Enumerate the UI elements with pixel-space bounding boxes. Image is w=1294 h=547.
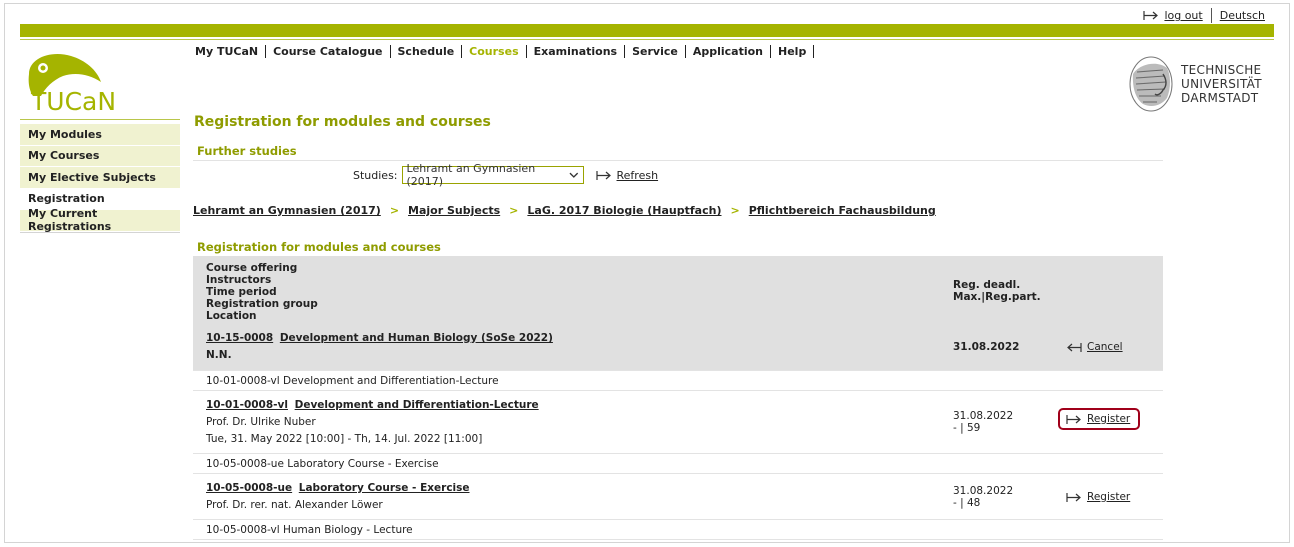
course-title-link[interactable]: Development and Differentiation-Lecture bbox=[295, 399, 539, 411]
tucan-logo[interactable]: TUCaN bbox=[23, 52, 143, 114]
breadcrumb-separator: > bbox=[389, 204, 400, 217]
column-header: Time period bbox=[206, 286, 277, 298]
refresh-arrow-icon bbox=[595, 170, 611, 180]
nav-examinations[interactable]: Examinations bbox=[527, 45, 626, 58]
breadcrumb-item[interactable]: Pflichtbereich Fachausbildung bbox=[749, 204, 936, 217]
column-header: Max.|Reg.part. bbox=[953, 291, 1041, 303]
nav-help[interactable]: Help bbox=[771, 45, 815, 58]
table-row: 10-01-0008-vl Development and Differenti… bbox=[193, 371, 1163, 391]
header-bar bbox=[20, 24, 1274, 37]
course-time-period: Tue, 31. May 2022 [10:00] - Th, 14. Jul.… bbox=[206, 433, 483, 445]
course-code-link[interactable]: 10-05-0008-ue bbox=[206, 482, 292, 494]
nav-courses[interactable]: Courses bbox=[462, 45, 527, 58]
browser-page: log out Deutsch TUCaN TECHNISCHE UNIVERS… bbox=[4, 3, 1290, 543]
breadcrumb-item[interactable]: Lehramt an Gymnasien (2017) bbox=[193, 204, 381, 217]
sidebar-item-my-courses[interactable]: My Courses bbox=[20, 145, 180, 167]
logout-link[interactable]: log out bbox=[1164, 9, 1202, 22]
sidebar-item-my-modules[interactable]: My Modules bbox=[20, 124, 180, 146]
course-capacity: - | 48 bbox=[953, 497, 981, 509]
cancel-button[interactable]: Cancel bbox=[1066, 341, 1123, 353]
studies-filter: Studies: Lehramt an Gymnasien (2017) Ref… bbox=[353, 162, 659, 188]
main-content: Registration for modules and courses Fur… bbox=[193, 114, 1163, 540]
table-row: 10-05-0008-ue Laboratory Course - Exerci… bbox=[193, 474, 1163, 520]
column-header: Location bbox=[206, 310, 257, 322]
course-instructor: Prof. Dr. rer. nat. Alexander Löwer bbox=[206, 499, 383, 511]
column-header: Course offering bbox=[206, 262, 298, 274]
refresh-control[interactable]: Refresh bbox=[595, 169, 659, 182]
register-button[interactable]: Register bbox=[1058, 408, 1141, 430]
studies-label: Studies: bbox=[353, 168, 398, 182]
column-header: Reg. deadl. bbox=[953, 279, 1021, 291]
register-arrow-icon bbox=[1066, 492, 1081, 502]
table-header: Course offering Instructors Time period … bbox=[193, 256, 1163, 324]
sidebar: My Modules My Courses My Elective Subjec… bbox=[20, 119, 180, 233]
course-label: 10-05-0008-vl Human Biology - Lecture bbox=[206, 524, 413, 536]
column-header: Registration group bbox=[206, 298, 318, 310]
register-link[interactable]: Register bbox=[1087, 413, 1130, 425]
course-label: 10-01-0008-vl Development and Differenti… bbox=[206, 375, 499, 387]
chevron-down-icon bbox=[569, 172, 579, 178]
course-deadline: 31.08.2022 bbox=[953, 485, 1014, 497]
register-button[interactable]: Register bbox=[1066, 491, 1130, 503]
nav-course-catalogue[interactable]: Course Catalogue bbox=[266, 45, 391, 58]
nav-application[interactable]: Application bbox=[686, 45, 772, 58]
page-title: Registration for modules and courses bbox=[194, 114, 491, 130]
module-code-link[interactable]: 10-15-0008 bbox=[206, 332, 273, 344]
nav-my-tucan[interactable]: My TUCaN bbox=[195, 45, 267, 58]
breadcrumb-item[interactable]: LaG. 2017 Biologie (Hauptfach) bbox=[527, 204, 721, 217]
sidebar-item-current-registrations[interactable]: My Current Registrations bbox=[20, 207, 180, 233]
logout-arrow-icon bbox=[1143, 11, 1159, 20]
nav-schedule[interactable]: Schedule bbox=[391, 45, 463, 58]
table-row: 10-05-0008-ue Laboratory Course - Exerci… bbox=[193, 454, 1163, 474]
breadcrumb: Lehramt an Gymnasien (2017) > Major Subj… bbox=[193, 204, 936, 217]
table-row: 10-05-0008-vl Human Biology - Lecture bbox=[193, 520, 1163, 540]
module-title-link[interactable]: Development and Human Biology (SoSe 2022… bbox=[280, 332, 553, 344]
course-instructor: Prof. Dr. Ulrike Nuber bbox=[206, 416, 316, 428]
course-code-link[interactable]: 10-01-0008-vl bbox=[206, 399, 288, 411]
cancel-arrow-icon bbox=[1067, 342, 1082, 352]
athena-icon bbox=[1129, 56, 1173, 112]
university-name: TECHNISCHE UNIVERSITÄT DARMSTADT bbox=[1181, 63, 1262, 105]
language-link[interactable]: Deutsch bbox=[1220, 9, 1265, 22]
main-navigation: My TUCaN Course Catalogue Schedule Cours… bbox=[195, 45, 815, 58]
studies-select[interactable]: Lehramt an Gymnasien (2017) bbox=[401, 162, 584, 188]
header-line bbox=[20, 39, 1274, 40]
course-title-link[interactable]: Laboratory Course - Exercise bbox=[299, 482, 470, 494]
breadcrumb-separator: > bbox=[509, 204, 519, 217]
cancel-link[interactable]: Cancel bbox=[1087, 341, 1123, 353]
nav-service[interactable]: Service bbox=[625, 45, 686, 58]
module-deadline: 31.08.2022 bbox=[953, 341, 1020, 353]
breadcrumb-separator: > bbox=[730, 204, 740, 217]
section-title: Registration for modules and courses bbox=[197, 240, 441, 254]
registration-table: Course offering Instructors Time period … bbox=[193, 256, 1163, 540]
table-row: 10-01-0008-vl Development and Differenti… bbox=[193, 391, 1163, 454]
divider bbox=[1210, 8, 1212, 23]
course-capacity: - | 59 bbox=[953, 422, 981, 434]
register-arrow-icon bbox=[1066, 414, 1081, 424]
course-deadline: 31.08.2022 bbox=[953, 410, 1014, 422]
refresh-link[interactable]: Refresh bbox=[617, 169, 659, 182]
breadcrumb-item[interactable]: Major Subjects bbox=[408, 204, 500, 217]
sidebar-item-elective-subjects[interactable]: My Elective Subjects bbox=[20, 167, 180, 189]
tu-darmstadt-logo[interactable]: TECHNISCHE UNIVERSITÄT DARMSTADT bbox=[1127, 52, 1277, 116]
column-header: Instructors bbox=[206, 274, 272, 286]
page-subtitle: Further studies bbox=[197, 144, 297, 158]
logo-text: TUCaN bbox=[30, 87, 116, 114]
module-instructor: N.N. bbox=[206, 349, 232, 361]
module-row: 10-15-0008 Development and Human Biology… bbox=[193, 324, 1163, 371]
register-link[interactable]: Register bbox=[1087, 491, 1130, 503]
course-label: 10-05-0008-ue Laboratory Course - Exerci… bbox=[206, 458, 439, 470]
top-links: log out Deutsch bbox=[1143, 8, 1265, 23]
